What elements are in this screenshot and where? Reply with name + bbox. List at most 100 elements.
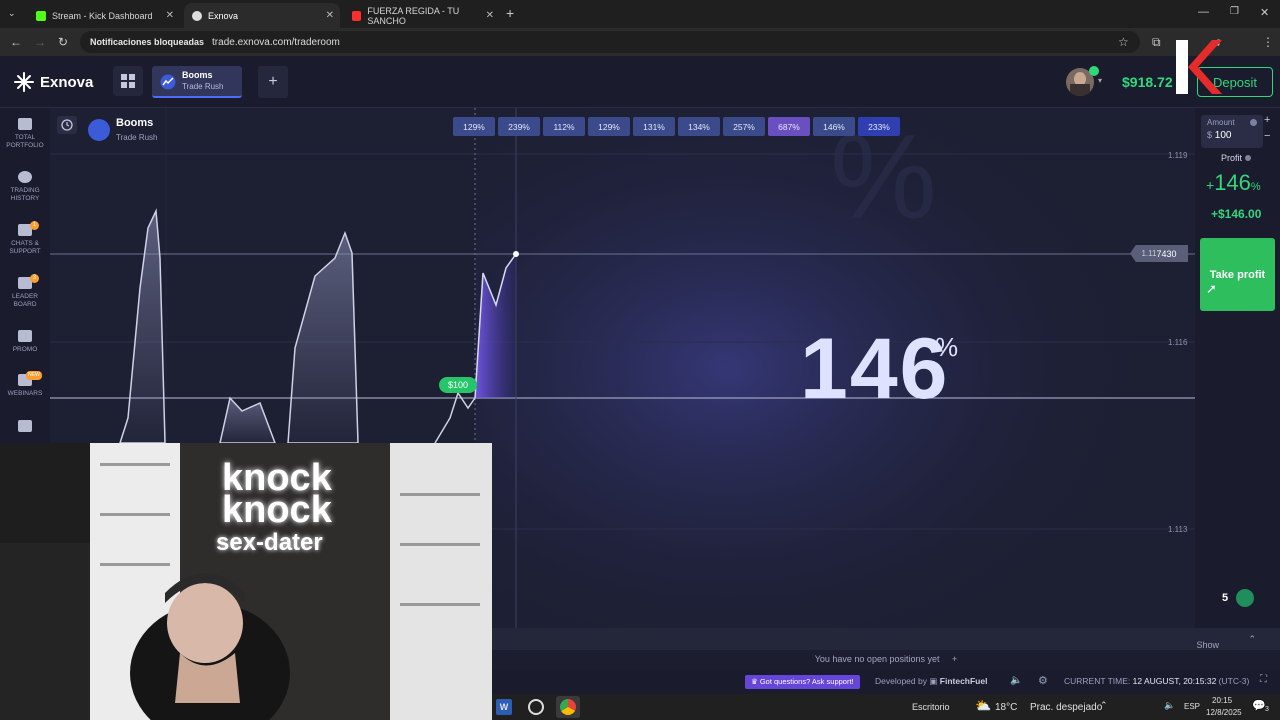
sidebar-item-label: TRADING HISTORY — [10, 187, 40, 202]
show-positions-bar[interactable]: Show positions ⌃ — [492, 628, 1280, 660]
sidebar-item-leaderboard[interactable]: 3 LEADER BOARD — [0, 274, 50, 309]
close-icon[interactable]: ✕ — [486, 10, 494, 21]
notification-badge: 3 — [30, 274, 39, 283]
url-text: trade.exnova.com/traderoom — [212, 36, 340, 48]
add-asset-tab-button[interactable]: + — [258, 66, 288, 98]
info-icon[interactable] — [1250, 119, 1257, 126]
profit-percent-unit: % — [1250, 181, 1261, 193]
asset-tab-mode: Trade Rush — [182, 82, 224, 91]
extensions-icon[interactable]: ⧉ — [1152, 35, 1161, 50]
multiplier-chip: 134% — [678, 117, 720, 136]
close-icon[interactable]: ✕ — [326, 10, 334, 21]
webcam-overlay: knock knock sex-dater — [0, 443, 492, 720]
multiplier-chip: 131% — [633, 117, 675, 136]
notification-count: 3 — [1265, 706, 1269, 713]
amount-increase-button[interactable]: + — [1264, 114, 1270, 126]
exnova-logo[interactable]: Exnova — [14, 72, 93, 92]
current-price-suffix: 7430 — [1156, 248, 1177, 259]
multiplier-chip: 129% — [588, 117, 630, 136]
ask-support-button[interactable]: ♛ Got questions? Ask support! — [745, 675, 860, 689]
volume-icon[interactable]: 🔈 — [1164, 700, 1175, 711]
browser-tab-bar: ⌄ Stream - Kick Dashboard ✕ Exnova ✕ FUE… — [0, 0, 1280, 28]
traders-online-icon[interactable] — [1236, 589, 1254, 607]
weather-temp[interactable]: 18°C — [995, 702, 1017, 713]
viewer-count: 5 — [1222, 592, 1229, 604]
youtube-favicon-icon — [352, 10, 362, 21]
tab-exnova[interactable]: Exnova ✕ — [184, 3, 340, 28]
chart-asset-name: Booms — [116, 117, 154, 129]
globe-favicon-icon — [192, 10, 202, 21]
history-button[interactable] — [57, 116, 77, 134]
clock-date[interactable]: 12/8/2025 — [1206, 708, 1242, 717]
close-window-icon[interactable]: ✕ — [1260, 6, 1269, 19]
url-field[interactable]: Notificaciones bloqueadas trade.exnova.c… — [80, 31, 1140, 53]
verified-badge-icon — [1089, 66, 1099, 76]
profit-label: Profit — [1221, 153, 1251, 163]
language-indicator[interactable]: ESP — [1184, 702, 1200, 711]
sidebar-item-chats-support[interactable]: 1 CHATS & SUPPORT — [0, 221, 50, 256]
back-icon[interactable]: ← — [10, 35, 22, 49]
grid-icon — [121, 74, 135, 88]
amount-decrease-button[interactable]: − — [1264, 130, 1270, 142]
address-bar: ← → ↻ Notificaciones bloqueadas trade.ex… — [0, 28, 1280, 56]
app-footer: ♛ Got questions? Ask support! Developed … — [492, 670, 1280, 694]
asset-grid-button[interactable] — [113, 66, 143, 96]
word-app-icon[interactable]: W — [496, 699, 512, 715]
close-icon[interactable]: ✕ — [166, 10, 174, 21]
tab-search-icon[interactable]: ⌄ — [8, 8, 16, 19]
chevron-down-icon[interactable]: ▾ — [1098, 76, 1102, 85]
tab-kick-dashboard[interactable]: Stream - Kick Dashboard ✕ — [28, 3, 180, 28]
notifications-icon[interactable]: 💬 — [1252, 699, 1266, 712]
sidebar-item-webinars[interactable]: NEW WEBINARS — [0, 371, 50, 398]
sidebar-item-label: CHATS & SUPPORT — [9, 240, 41, 255]
sidebar-item-trading-history[interactable]: TRADING HISTORY — [0, 171, 50, 203]
positions-empty-state: You have no open positions yet + — [492, 650, 1280, 670]
notifications-blocked-chip[interactable]: Notificaciones bloqueadas — [90, 37, 204, 47]
logo-text: Exnova — [40, 73, 94, 91]
price-tick: 1.113 — [1168, 525, 1188, 534]
minimize-icon[interactable]: — — [1198, 6, 1209, 18]
forward-icon[interactable]: → — [34, 35, 46, 49]
multiplier-display: 146 — [800, 321, 950, 417]
multiplier-chip: 257% — [723, 117, 765, 136]
take-profit-button[interactable]: Take profit — [1200, 238, 1275, 311]
price-tick: 1.119 — [1168, 151, 1188, 160]
clock-icon — [18, 171, 32, 183]
chart-asset-info: Booms Trade Rush — [116, 117, 158, 142]
kick-logo-icon — [1176, 40, 1222, 96]
settings-gear-icon[interactable]: ⚙ — [1038, 674, 1048, 687]
booms-asset-icon — [88, 119, 110, 141]
tag-icon — [18, 330, 32, 342]
show-positions-label[interactable]: Show positions ⌃ — [1196, 634, 1256, 660]
star-icon[interactable]: ☆ — [1118, 35, 1129, 49]
clock-time[interactable]: 20:15 — [1212, 696, 1232, 705]
multiplier-chip: 687% — [768, 117, 810, 136]
weather-icon: ⛅ — [975, 698, 992, 713]
reload-icon[interactable]: ↻ — [58, 35, 68, 49]
tab-youtube[interactable]: FUERZA REGIDA - TU SANCHO ✕ — [344, 3, 500, 28]
restore-icon[interactable]: ❐ — [1230, 6, 1239, 17]
neon-sign-line-3: sex-dater — [216, 529, 323, 556]
briefcase-icon — [18, 118, 32, 130]
booms-asset-icon — [160, 74, 176, 90]
account-balance[interactable]: $918.72 — [1122, 74, 1173, 90]
sound-icon[interactable]: 🔈 — [1010, 675, 1022, 686]
desktop-label[interactable]: Escritorio — [912, 702, 950, 712]
sidebar-item-label: WEBINARS — [7, 390, 43, 397]
multiplier-history: 129% 239% 112% 129% 131% 134% 257% 687% … — [453, 117, 900, 136]
tray-expand-icon[interactable]: ⌃ — [1100, 700, 1108, 711]
fullscreen-icon[interactable]: ⛶ — [1260, 674, 1267, 685]
sidebar-item-promo[interactable]: PROMO — [0, 330, 50, 354]
multiplier-chip: 239% — [498, 117, 540, 136]
obs-app-icon[interactable] — [528, 699, 544, 715]
menu-icon[interactable]: ⋮ — [1262, 35, 1274, 49]
new-tab-button[interactable]: + — [506, 5, 514, 21]
sidebar-item-total-portfolio[interactable]: TOTAL PORTFOLIO — [0, 118, 50, 150]
asset-tab-booms[interactable]: Booms Trade Rush — [152, 66, 242, 98]
chrome-app-icon[interactable] — [556, 696, 580, 718]
entry-amount-tag: $100 — [439, 377, 477, 393]
add-position-button[interactable]: + — [952, 654, 957, 664]
sidebar-item-market-analysis[interactable] — [0, 420, 50, 436]
amount-currency: $ — [1207, 130, 1213, 140]
info-icon[interactable] — [1244, 155, 1251, 161]
